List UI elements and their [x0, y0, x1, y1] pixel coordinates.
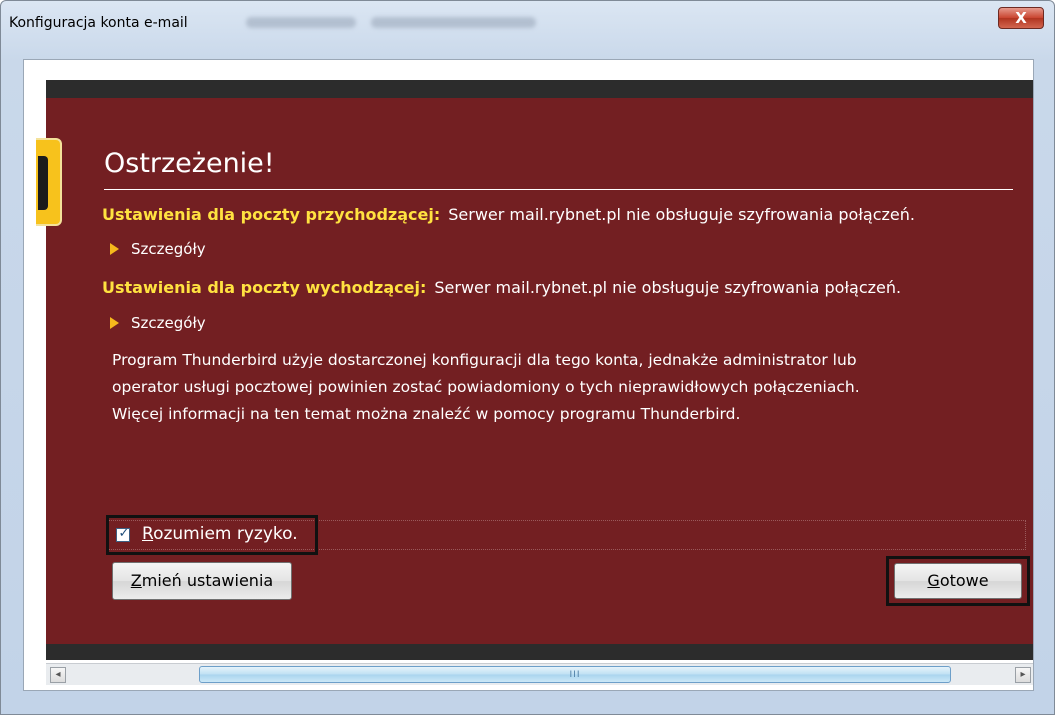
outgoing-details-toggle[interactable]: Szczegóły: [110, 314, 206, 332]
blurred-title-email: [371, 17, 536, 28]
expand-triangle-icon: [110, 243, 119, 255]
top-dark-strip: [46, 80, 1033, 98]
accept-risk-label[interactable]: Rozumiem ryzyko.: [142, 524, 298, 544]
warning-paragraph: Program Thunderbird użyje dostarczonej k…: [112, 347, 1012, 428]
warning-heading: Ostrzeżenie!: [104, 148, 275, 179]
expand-triangle-icon: [110, 317, 119, 329]
scroll-right-arrow-icon[interactable]: ▸: [1015, 667, 1031, 683]
heading-divider: [104, 189, 1013, 190]
done-button[interactable]: Gotowe: [894, 563, 1022, 599]
incoming-settings-label: Ustawienia dla poczty przychodzącej:: [102, 205, 441, 224]
paragraph-line: Program Thunderbird użyje dostarczonej k…: [112, 351, 857, 369]
dialog-content: Ostrzeżenie! Ustawienia dla poczty przyc…: [23, 59, 1034, 691]
paragraph-line: Więcej informacji na ten temat można zna…: [112, 405, 741, 423]
change-settings-button[interactable]: Zmień ustawienia: [112, 562, 292, 600]
dialog-window: Konfiguracja konta e-mail X Ostrzeżenie!…: [0, 0, 1055, 715]
incoming-settings-line: Ustawienia dla poczty przychodzącej: Serw…: [102, 205, 915, 224]
bottom-dark-strip: [46, 644, 1033, 660]
incoming-details-toggle[interactable]: Szczegóły: [110, 240, 206, 258]
scroll-left-arrow-icon[interactable]: ◂: [50, 667, 66, 683]
checkmark-icon: ✓: [118, 526, 130, 541]
paragraph-line: operator usługi pocztowej powinien zosta…: [112, 378, 860, 396]
incoming-settings-text: Serwer mail.rybnet.pl nie obsługuje szyf…: [448, 205, 915, 224]
details-label: Szczegóły: [131, 314, 206, 332]
window-title: Konfiguracja konta e-mail: [9, 15, 188, 31]
outgoing-settings-label: Ustawienia dla poczty wychodzącej:: [102, 278, 427, 297]
title-bar[interactable]: Konfiguracja konta e-mail X: [1, 1, 1054, 45]
blurred-title-text: [246, 17, 356, 28]
scrollbar-thumb[interactable]: III: [199, 666, 951, 683]
scrollbar-grip-icon: III: [569, 670, 581, 680]
horizontal-scrollbar[interactable]: ◂ III ▸: [46, 663, 1033, 685]
close-icon: X: [1015, 9, 1027, 27]
close-button[interactable]: X: [998, 7, 1044, 29]
outgoing-settings-line: Ustawienia dla poczty wychodzącej: Serwer…: [102, 278, 901, 297]
outgoing-settings-text: Serwer mail.rybnet.pl nie obsługuje szyf…: [434, 278, 902, 297]
warning-tab-icon: [36, 138, 62, 226]
details-label: Szczegóły: [131, 240, 206, 258]
accept-risk-checkbox[interactable]: ✓: [116, 526, 130, 542]
